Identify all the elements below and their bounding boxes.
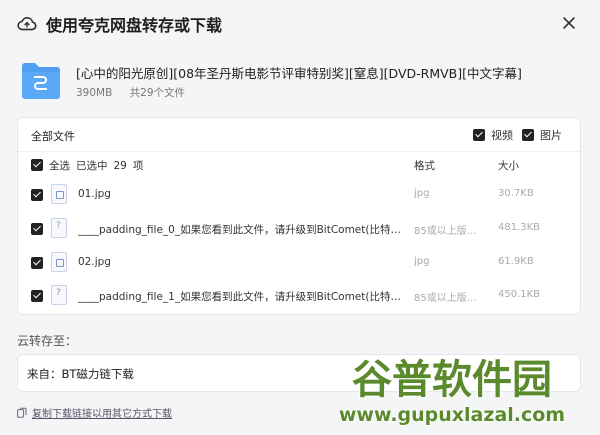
file-size: 481.3KB — [498, 222, 541, 233]
file-size: 30.7KB — [498, 188, 534, 199]
all-files-label: 全部文件 — [31, 130, 75, 143]
filter-image-checkbox[interactable]: 图片 — [522, 127, 562, 143]
select-all-label[interactable]: 全选 — [49, 160, 70, 172]
file-format: 85或以上版本... — [414, 293, 478, 304]
transfer-dialog: 使用夸克网盘转存或下载 [心中的阳光原创][08年圣丹斯电影节评审特别奖][窒息… — [0, 0, 600, 435]
copy-link-text: 复制下载链接以用其它方式下载 — [32, 409, 172, 420]
filter-image-label: 图片 — [540, 129, 562, 142]
file-name: 02.jpg — [78, 256, 111, 268]
checkbox-checked-icon — [473, 129, 485, 141]
watermark-logo: 谷普软件园 www.gupuxlazal.com — [338, 356, 566, 427]
dialog-title: 使用夸克网盘转存或下载 — [46, 16, 223, 35]
unknown-file-icon — [51, 285, 67, 305]
file-name: 01.jpg — [78, 188, 111, 200]
file-format: 85或以上版本... — [414, 226, 478, 237]
file-row[interactable]: ____padding_file_0_如果您看到此文件，请升级到BitComet… — [18, 213, 580, 246]
file-list-header: 全选 已选中 29 项 格式 大小 — [18, 154, 580, 178]
file-size: 61.9KB — [498, 256, 534, 267]
dialog-header: 使用夸克网盘转存或下载 — [16, 12, 222, 36]
selected-count: 29 — [113, 160, 127, 172]
column-format[interactable]: 格式 — [414, 158, 435, 173]
file-list-panel: 全部文件 视频 图片 全选 已选中 29 项 格式 大小 01.jpg jpg 30.… — [17, 117, 581, 315]
image-file-icon — [51, 252, 67, 272]
package-file-count: 共29个文件 — [129, 87, 186, 99]
file-row[interactable]: 02.jpg jpg 61.9KB — [18, 247, 580, 280]
file-name: ____padding_file_0_如果您看到此文件，请升级到BitComet… — [78, 224, 404, 236]
file-format: jpg — [414, 188, 430, 199]
package-name: [心中的阳光原创][08年圣丹斯电影节评审特别奖][窒息][DVD-RMVB][… — [76, 66, 522, 81]
package-meta: 390MB 共29个文件 — [76, 85, 185, 100]
file-row[interactable]: ____padding_file_1_如果您看到此文件，请升级到BitComet… — [18, 280, 580, 313]
column-size[interactable]: 大小 — [498, 158, 519, 173]
selected-prefix: 已选中 — [76, 160, 108, 172]
file-checkbox[interactable] — [31, 223, 43, 235]
copy-icon — [17, 407, 27, 418]
filter-video-label: 视频 — [491, 129, 513, 142]
selection-summary: 全选 已选中 29 项 — [49, 158, 149, 173]
save-to-label: 云转存至： — [17, 334, 78, 348]
copy-download-link[interactable]: 复制下载链接以用其它方式下载 — [17, 405, 172, 420]
save-destination-text: 来自：BT磁力链下载 — [27, 367, 134, 381]
file-name: ____padding_file_1_如果您看到此文件，请升级到BitComet… — [78, 291, 404, 303]
select-all-checkbox[interactable] — [31, 159, 43, 171]
close-icon[interactable] — [560, 14, 578, 32]
file-checkbox[interactable] — [31, 257, 43, 269]
unknown-file-icon — [51, 218, 67, 238]
watermark-title: 谷普软件园 — [352, 357, 552, 403]
file-size: 450.1KB — [498, 289, 541, 300]
file-row[interactable]: 01.jpg jpg 30.7KB — [18, 179, 580, 212]
watermark-url: www.gupuxlazal.com — [339, 404, 565, 426]
checkbox-checked-icon — [522, 129, 534, 141]
file-checkbox[interactable] — [31, 189, 43, 201]
file-checkbox[interactable] — [31, 290, 43, 302]
package-size: 390MB — [76, 87, 113, 99]
selected-suffix: 项 — [132, 160, 144, 172]
file-format: jpg — [414, 256, 430, 267]
folder-icon — [22, 63, 60, 99]
file-list-toolbar: 全部文件 视频 图片 — [18, 118, 580, 152]
image-file-icon — [51, 184, 67, 204]
cloud-icon — [17, 17, 37, 31]
filter-video-checkbox[interactable]: 视频 — [473, 127, 513, 143]
